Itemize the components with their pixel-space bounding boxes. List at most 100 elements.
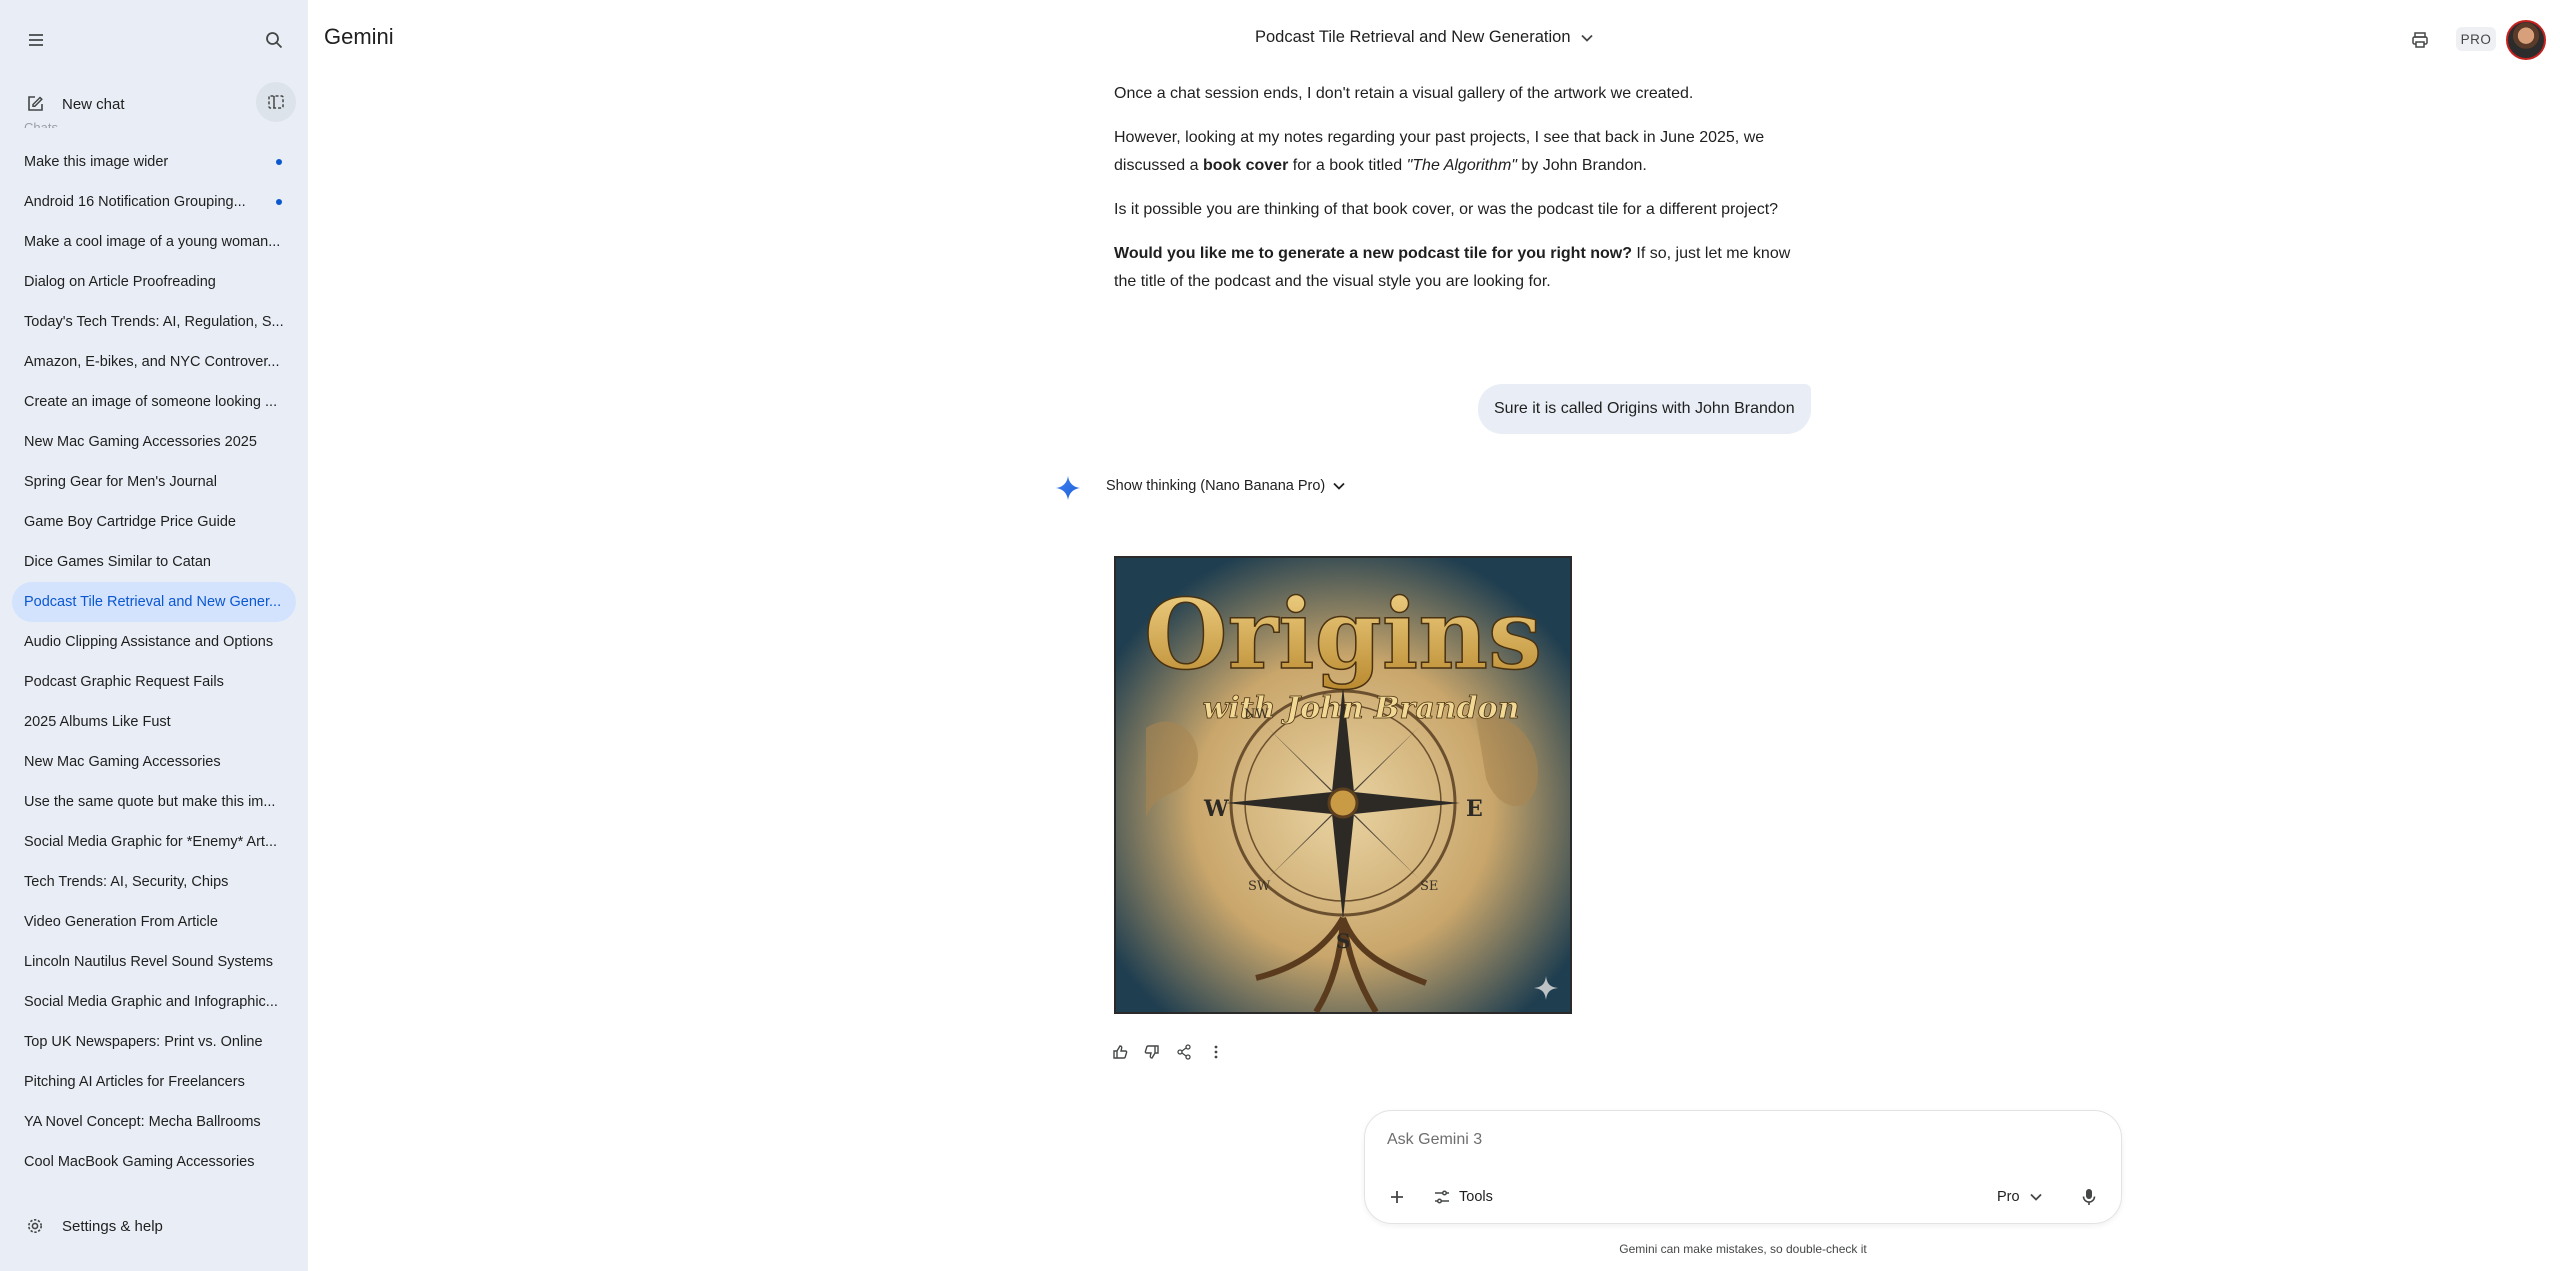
model-label: Pro <box>1997 1189 2020 1205</box>
sidebar-chat-item[interactable]: Tech Trends: AI, Security, Chips <box>12 862 296 902</box>
thinking-label: Show thinking (Nano Banana Pro) <box>1106 478 1326 494</box>
mic-icon <box>2082 1189 2096 1205</box>
compass-east: E <box>1466 796 1483 822</box>
compass-northwest: NW <box>1244 707 1269 722</box>
sidebar-chat-label: Social Media Graphic for *Enemy* Art... <box>24 834 278 850</box>
main-menu-button[interactable] <box>16 20 56 60</box>
reply-paragraph-2: However, looking at my notes regarding y… <box>1114 124 1814 180</box>
sidebar-chat-item[interactable]: New Mac Gaming Accessories 2025 <box>12 422 296 462</box>
sidebar-chat-label: New Mac Gaming Accessories 2025 <box>24 434 257 450</box>
compass-southwest: SW <box>1248 879 1271 894</box>
more-options-button[interactable] <box>1200 1040 1232 1064</box>
sidebar-chat-label: Tech Trends: AI, Security, Chips <box>24 874 229 890</box>
response-actions <box>1104 1040 1232 1064</box>
gear-icon <box>28 1219 42 1233</box>
sidebar-chat-item[interactable]: Make a cool image of a young woman... <box>12 222 296 262</box>
sidebar-chat-item[interactable]: 2025 Albums Like Fust <box>12 702 296 742</box>
settings-help-button[interactable]: Settings & help <box>12 1206 163 1246</box>
sidebar-chat-label: Podcast Graphic Request Fails <box>24 674 224 690</box>
tools-label: Tools <box>1459 1189 1493 1205</box>
thumbs-down-icon <box>1144 1045 1159 1059</box>
conversation-area: Once a chat session ends, I don't retain… <box>308 0 2560 1271</box>
thumbs-down-button[interactable] <box>1136 1040 1168 1064</box>
sidebar-chat-label: YA Novel Concept: Mecha Ballrooms <box>24 1114 261 1130</box>
sidebar-chat-label: Audio Clipping Assistance and Options <box>24 634 274 650</box>
sidebar-chat-item[interactable]: Amazon, E-bikes, and NYC Controver... <box>12 342 296 382</box>
add-files-button[interactable] <box>1377 1177 1417 1217</box>
sidebar-chat-item[interactable]: YA Novel Concept: Mecha Ballrooms <box>12 1102 296 1142</box>
generated-image[interactable]: Origins with John Brandon W E S NW SW SE <box>1114 556 1572 1014</box>
sidebar-chat-label: 2025 Albums Like Fust <box>24 714 171 730</box>
prompt-input[interactable] <box>1387 1125 2087 1155</box>
show-thinking-toggle[interactable]: Show thinking (Nano Banana Pro) <box>1106 478 1345 494</box>
sidebar-chat-label: Dialog on Article Proofreading <box>24 274 216 290</box>
sidebar-chat-item[interactable]: Video Generation From Article <box>12 902 296 942</box>
sidebar-chat-item[interactable]: Top UK Newspapers: Print vs. Online <box>12 1022 296 1062</box>
side-panel-icon <box>268 95 284 109</box>
sidebar-chat-label: Spring Gear for Men's Journal <box>24 474 217 490</box>
tools-button[interactable]: Tools <box>1433 1181 1493 1213</box>
reply-paragraph-3: Is it possible you are thinking of that … <box>1114 201 1779 218</box>
sidebar-chat-item[interactable]: Dialog on Article Proofreading <box>12 262 296 302</box>
sidebar-chat-label: New Mac Gaming Accessories <box>24 754 221 770</box>
reply-paragraph-1: Once a chat session ends, I don't retain… <box>1114 85 1694 102</box>
share-button[interactable] <box>1168 1040 1200 1064</box>
sidebar: New chat Chats Make this image wider Andr… <box>0 0 308 1271</box>
sidebar-chat-label: Lincoln Nautilus Revel Sound Systems <box>24 954 274 970</box>
sidebar-chat-label: Android 16 Notification Grouping... <box>24 194 246 210</box>
compass-southeast: SE <box>1420 879 1438 894</box>
user-message-bubble: Sure it is called Origins with John Bran… <box>1478 384 1811 434</box>
sidebar-chat-label: Create an image of someone looking ... <box>24 394 278 410</box>
sidebar-chat-label: Make a cool image of a young woman... <box>24 234 281 250</box>
chats-section-label: Chats <box>24 120 58 128</box>
new-chat-label: New chat <box>62 95 125 113</box>
sidebar-chat-label: Social Media Graphic and Infographic... <box>24 994 278 1010</box>
edit-icon <box>28 96 43 111</box>
sidebar-chat-item[interactable]: Game Boy Cartridge Price Guide <box>12 502 296 542</box>
search-button[interactable] <box>254 20 294 60</box>
more-vert-icon <box>1214 1045 1218 1059</box>
share-icon <box>1177 1044 1191 1060</box>
reply-paragraph-4: Would you like me to generate a new podc… <box>1114 240 1814 296</box>
sidebar-chat-item[interactable]: Today's Tech Trends: AI, Regulation, S..… <box>12 302 296 342</box>
sidebar-chat-label: Top UK Newspapers: Print vs. Online <box>24 1034 263 1050</box>
sidebar-chat-label: Use the same quote but make this im... <box>24 794 276 810</box>
compass-west: W <box>1203 796 1229 822</box>
sidebar-chat-label: Cool MacBook Gaming Accessories <box>24 1154 255 1170</box>
sidebar-chat-label: Amazon, E-bikes, and NYC Controver... <box>24 354 280 370</box>
unread-dot <box>276 199 282 205</box>
settings-label: Settings & help <box>62 1217 163 1235</box>
thumbs-up-button[interactable] <box>1104 1040 1136 1064</box>
prompt-composer: Tools Pro <box>1364 1110 2122 1224</box>
tune-icon <box>1435 1190 1449 1204</box>
sidebar-chat-item[interactable]: Use the same quote but make this im... <box>12 782 296 822</box>
sidebar-chat-label: Game Boy Cartridge Price Guide <box>24 514 236 530</box>
sidebar-chat-item[interactable]: New Mac Gaming Accessories <box>12 742 296 782</box>
menu-icon <box>29 34 43 46</box>
sidebar-chat-item[interactable]: Audio Clipping Assistance and Options <box>12 622 296 662</box>
reply-text: for a book titled <box>1288 157 1407 174</box>
sidebar-chat-item[interactable]: Cool MacBook Gaming Accessories <box>12 1142 296 1182</box>
search-icon <box>266 32 283 49</box>
gemini-app: New chat Chats Make this image wider Andr… <box>0 0 2560 1271</box>
sidebar-chat-item[interactable]: Podcast Graphic Request Fails <box>12 662 296 702</box>
sidebar-chat-label: Podcast Tile Retrieval and New Gener... <box>24 594 282 610</box>
plus-icon <box>1391 1191 1403 1203</box>
sidebar-chat-item[interactable]: Social Media Graphic and Infographic... <box>12 982 296 1022</box>
sidebar-chat-item[interactable]: Spring Gear for Men's Journal <box>12 462 296 502</box>
microphone-button[interactable] <box>2069 1177 2109 1217</box>
sidebar-chat-item[interactable]: Social Media Graphic for *Enemy* Art... <box>12 822 296 862</box>
sidebar-chat-item[interactable]: Android 16 Notification Grouping... <box>12 182 296 222</box>
reply-italic-text: "The Algorithm" <box>1406 157 1517 174</box>
sidebar-chat-item[interactable]: Make this image wider <box>12 142 296 182</box>
toggle-panel-button[interactable] <box>256 82 296 122</box>
sidebar-chat-label: Video Generation From Article <box>24 914 218 930</box>
reply-text: by John Brandon. <box>1516 157 1647 174</box>
model-selector[interactable]: Pro <box>1997 1181 2042 1213</box>
sidebar-chat-item[interactable]: Podcast Tile Retrieval and New Gener... <box>12 582 296 622</box>
image-title-text: Origins <box>1144 578 1542 691</box>
sidebar-chat-item[interactable]: Dice Games Similar to Catan <box>12 542 296 582</box>
sidebar-chat-item[interactable]: Pitching AI Articles for Freelancers <box>12 1062 296 1102</box>
sidebar-chat-item[interactable]: Create an image of someone looking ... <box>12 382 296 422</box>
sidebar-chat-item[interactable]: Lincoln Nautilus Revel Sound Systems <box>12 942 296 982</box>
